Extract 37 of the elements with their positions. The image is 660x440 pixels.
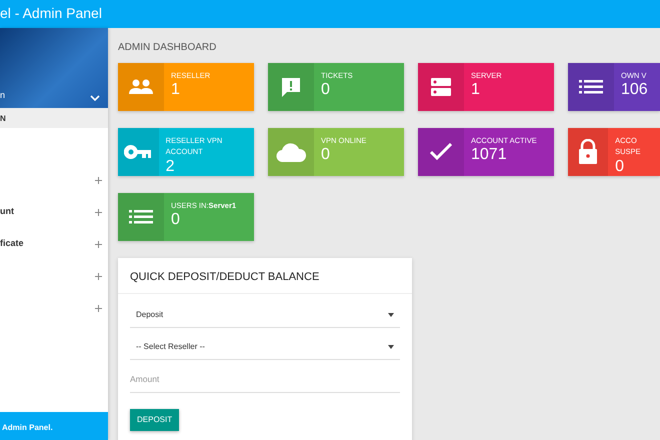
key-icon	[124, 145, 152, 159]
section-title: N	[0, 114, 6, 123]
stat-value: 1	[471, 81, 481, 99]
stat-value: 1	[171, 81, 181, 99]
expand-icon[interactable]	[95, 176, 102, 184]
footer-text: Admin Panel.	[2, 423, 53, 432]
expand-icon[interactable]	[95, 208, 102, 216]
stat-value: 1071	[471, 146, 508, 164]
type-select[interactable]: Deposit	[130, 302, 400, 328]
check-icon	[430, 143, 452, 161]
people-icon	[128, 79, 154, 95]
expand-icon[interactable]	[95, 272, 102, 280]
list-icon	[579, 80, 603, 94]
stat-value: 106	[621, 81, 648, 99]
chevron-icon[interactable]	[90, 95, 100, 101]
reseller-select[interactable]: -- Select Reseller --	[130, 334, 400, 360]
cloud-icon	[276, 142, 306, 162]
stat-value: 0	[321, 146, 331, 164]
menu-item[interactable]: ficate	[0, 237, 24, 251]
stat-value: 0	[321, 81, 331, 99]
server-icon	[430, 76, 452, 98]
card-title: QUICK DEPOSIT/DEDUCT BALANCE	[130, 271, 320, 283]
caret-icon	[388, 344, 394, 348]
stat-value: 0	[615, 158, 626, 176]
stat-value: 2	[166, 158, 176, 176]
profile-name: n	[0, 88, 6, 102]
deposit-button[interactable]: DEPOSIT	[130, 408, 180, 430]
page-title: ADMIN DASHBOARD	[118, 41, 218, 55]
menu-item[interactable]: unt	[0, 205, 14, 219]
lock-icon	[578, 139, 598, 165]
expand-icon[interactable]	[95, 240, 102, 248]
app-title: el - Admin Panel	[0, 5, 102, 21]
expand-icon[interactable]	[95, 304, 102, 312]
stat-value: 0	[171, 211, 181, 229]
list-icon	[129, 210, 153, 224]
chat-icon	[280, 76, 302, 98]
caret-icon	[388, 312, 394, 316]
